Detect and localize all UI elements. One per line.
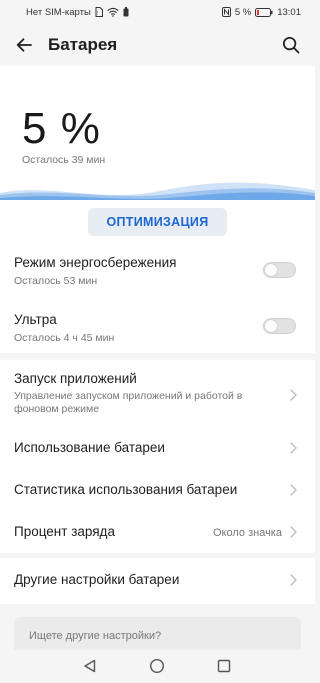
battery-percent: 5 % xyxy=(22,104,101,153)
search-icon xyxy=(282,36,300,54)
status-left: Нет SIM-карты ! xyxy=(26,7,129,18)
power-saving-toggle[interactable] xyxy=(263,262,296,278)
chevron-right-icon xyxy=(290,484,297,496)
charge-percent-row[interactable]: Процент заряда Около значка xyxy=(0,520,315,546)
battery-settings-card: Запуск приложений Управление запуском пр… xyxy=(0,360,315,553)
triangle-back-icon xyxy=(84,659,96,673)
power-modes-card: ОПТИМИЗАЦИЯ Режим энергосбережения Остал… xyxy=(0,200,315,353)
other-settings-card: Другие настройки батареи xyxy=(0,558,315,604)
chevron-right-icon xyxy=(290,574,297,586)
navigation-bar xyxy=(0,650,315,683)
ultra-mode-subtitle: Осталось 4 ч 45 мин xyxy=(14,332,115,344)
search-settings-prompt[interactable]: Ищете другие настройки? xyxy=(14,617,301,653)
square-recents-icon xyxy=(217,659,231,673)
other-settings-title: Другие настройки батареи xyxy=(14,572,180,587)
status-bar: Нет SIM-карты ! 5 % 13:01 xyxy=(0,0,315,24)
app-bar: Батарея xyxy=(0,24,315,66)
ultra-mode-title: Ультра xyxy=(14,312,57,327)
usage-stats-row[interactable]: Статистика использования батареи xyxy=(0,478,315,504)
other-settings-row[interactable]: Другие настройки батареи xyxy=(0,568,315,594)
battery-percent-text: 5 % xyxy=(234,6,252,18)
battery-summary: 5 % Осталось 39 мин xyxy=(0,66,315,203)
optimize-button[interactable]: ОПТИМИЗАЦИЯ xyxy=(88,208,227,236)
sim-icon: ! xyxy=(95,7,103,17)
search-prompt-text: Ищете другие настройки? xyxy=(29,630,162,642)
chevron-right-icon xyxy=(290,526,297,538)
charge-percent-title: Процент заряда xyxy=(14,524,115,539)
back-button[interactable] xyxy=(12,33,36,57)
circle-home-icon xyxy=(149,658,165,674)
battery-saver-icon xyxy=(123,7,129,17)
clock-text: 13:01 xyxy=(277,6,301,18)
app-launch-subtitle: Управление запуском приложений и работой… xyxy=(14,390,243,415)
page-title: Батарея xyxy=(48,35,118,54)
usage-stats-title: Статистика использования батареи xyxy=(14,482,238,497)
chevron-right-icon xyxy=(290,442,297,454)
power-saving-row[interactable]: Режим энергосбережения Осталось 53 мин xyxy=(0,252,315,296)
nav-home-button[interactable] xyxy=(148,657,166,675)
battery-remaining: Осталось 39 мин xyxy=(22,154,106,166)
ultra-mode-row[interactable]: Ультра Осталось 4 ч 45 мин xyxy=(0,308,315,352)
status-right: 5 % 13:01 xyxy=(221,6,301,18)
carrier-text: Нет SIM-карты xyxy=(26,6,91,18)
svg-text:!: ! xyxy=(97,11,98,17)
power-saving-title: Режим энергосбережения xyxy=(14,255,177,270)
nav-back-button[interactable] xyxy=(81,657,99,675)
ultra-mode-toggle[interactable] xyxy=(263,318,296,334)
app-launch-row[interactable]: Запуск приложений Управление запуском пр… xyxy=(0,368,315,424)
battery-usage-title: Использование батареи xyxy=(14,440,165,455)
app-launch-title: Запуск приложений xyxy=(14,371,137,386)
charge-percent-value: Около значка xyxy=(213,527,282,539)
search-button[interactable] xyxy=(279,33,303,57)
nfc-icon xyxy=(221,7,231,17)
wifi-icon xyxy=(107,7,119,17)
nav-recents-button[interactable] xyxy=(215,657,233,675)
battery-usage-row[interactable]: Использование батареи xyxy=(0,436,315,462)
chevron-right-icon xyxy=(290,389,297,401)
battery-icon xyxy=(255,7,273,17)
arrow-left-icon xyxy=(16,38,32,52)
power-saving-subtitle: Осталось 53 мин xyxy=(14,275,98,287)
